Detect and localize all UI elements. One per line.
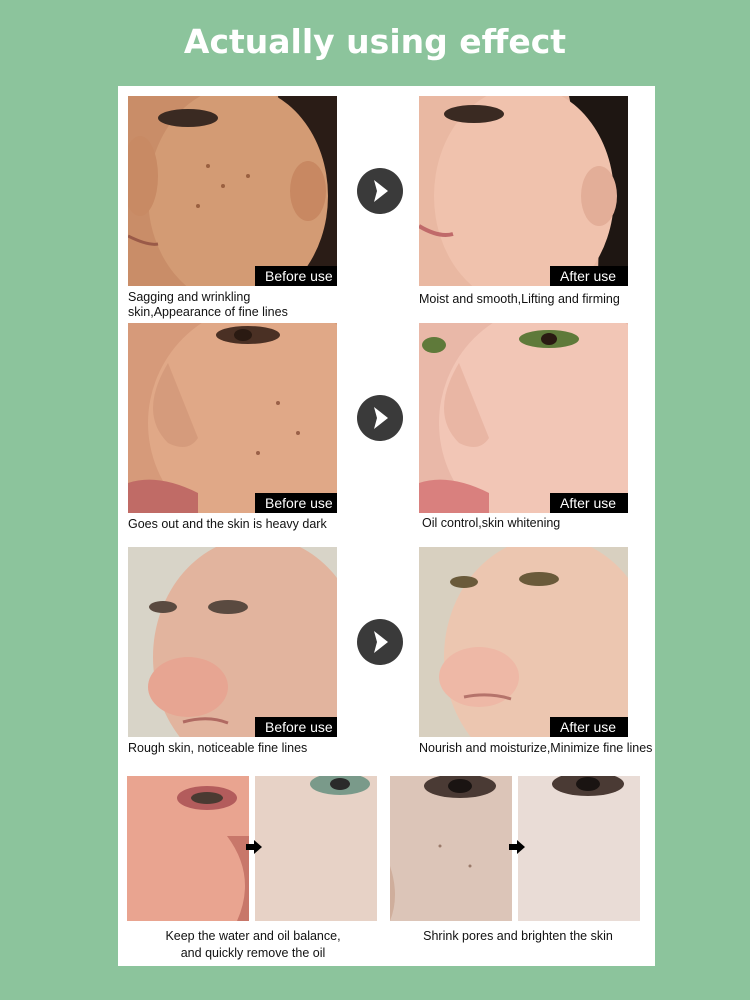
bottom-after-photo-2 (518, 776, 640, 921)
bottom-before-photo-1 (127, 776, 249, 921)
before-photo-3: Before use (128, 547, 337, 737)
after-photo-1: After use (419, 96, 628, 286)
page-title: Actually using effect (183, 22, 567, 61)
chevron-right-icon (374, 631, 388, 653)
before-caption-2: Goes out and the skin is heavy dark (128, 517, 327, 531)
after-use-tag: After use (550, 493, 628, 513)
before-caption-3: Rough skin, noticeable fine lines (128, 741, 308, 755)
bottom-left-caption-line1: Keep the water and oil balance, (165, 929, 341, 943)
bottom-right-caption: Shrink pores and brighten the skin (423, 929, 613, 943)
after-photo-2: After use (419, 323, 628, 513)
after-use-tag: After use (550, 717, 628, 737)
before-use-tag: Before use (255, 266, 337, 286)
bottom-left-caption: Keep the water and oil balance, and quic… (118, 928, 388, 962)
bottom-left-caption-line2: and quickly remove the oil (180, 946, 326, 960)
arrow-right-icon (509, 840, 525, 854)
before-photo-1: Before use (128, 96, 337, 286)
bottom-after-photo-1 (255, 776, 377, 921)
after-caption-2: Oil control,skin whitening (422, 516, 561, 530)
chevron-right-icon (374, 407, 388, 429)
transition-arrow (357, 168, 403, 214)
after-caption-1: Moist and smooth,Lifting and firming (419, 292, 620, 306)
after-caption-3: Nourish and moisturize,Minimize fine lin… (419, 741, 653, 755)
bottom-before-photo-2 (390, 776, 512, 921)
arrow-right-icon (246, 840, 262, 854)
before-photo-2: Before use (128, 323, 337, 513)
before-use-tag: Before use (255, 717, 337, 737)
transition-arrow (357, 619, 403, 665)
before-caption-1: Sagging and wrinkling skin,Appearance of… (128, 290, 288, 319)
before-use-tag: Before use (255, 493, 337, 513)
after-use-tag: After use (550, 266, 628, 286)
transition-arrow (357, 395, 403, 441)
chevron-right-icon (374, 180, 388, 202)
results-panel: Before use After use Sagging and wrinkli… (118, 86, 655, 966)
after-photo-3: After use (419, 547, 628, 737)
